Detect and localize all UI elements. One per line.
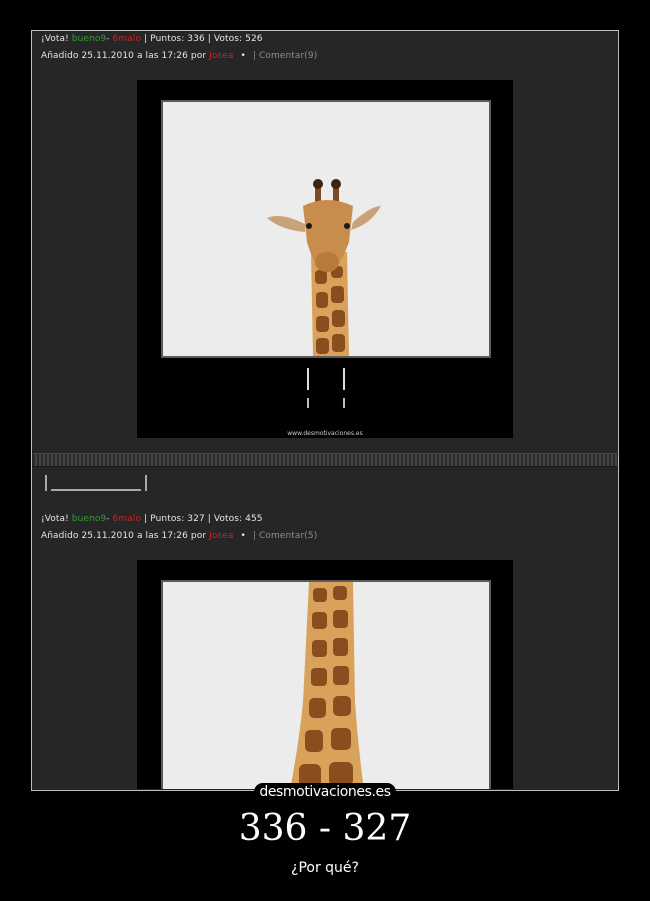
bullet: • [240,51,246,61]
forum-page: ¡Vota! bueno9- 6malo | Puntos: 336 | Vot… [33,32,617,789]
pole-left-lower [307,398,309,408]
giraffe-head-illustration [267,179,381,356]
bullet: • [240,531,246,541]
giraffe-neck-illustration [290,582,364,789]
caption-title: 336 - 327 [238,808,412,849]
author-link[interactable]: Josea [209,531,233,541]
comment-link[interactable]: | Comentar(9) [253,51,318,61]
pole-left [307,368,309,390]
pole-right-lower [343,398,345,408]
caption-subtitle: ¿Por qué? [291,860,359,876]
poster-watermark: www.desmotivaciones.es [287,430,363,437]
comment-link[interactable]: | Comentar(5) [253,531,318,541]
added-text: Añadido 25.11.2010 a las 17:26 por [41,531,207,541]
vote-label: ¡Vota! [41,34,69,44]
vote-label: ¡Vota! [41,514,69,524]
giraffe-head-photo [161,100,491,358]
vote-line-1: ¡Vota! bueno9- 6malo | Puntos: 336 | Vot… [41,34,263,44]
points-text: | Puntos: 336 | Votos: 526 [144,34,263,44]
vote-bad-link[interactable]: 6malo [113,514,142,524]
separator-bar [33,453,617,467]
screenshot-frame: ¡Vota! bueno9- 6malo | Puntos: 336 | Vot… [31,30,619,791]
poster-image-2[interactable] [137,560,513,789]
poster-image-1[interactable]: www.desmotivaciones.es [137,80,513,438]
giraffe-neck-photo [161,580,491,789]
vote-bad-link[interactable]: 6malo [113,34,142,44]
vote-line-2: ¡Vota! bueno9- 6malo | Puntos: 327 | Vot… [41,514,263,524]
site-brand-logo[interactable]: desmotivaciones.es [246,783,404,801]
pole-right [343,368,345,390]
points-text: | Puntos: 327 | Votos: 455 [144,514,263,524]
vote-good-link[interactable]: bueno9 [72,34,107,44]
added-line-1: Añadido 25.11.2010 a las 17:26 por Josea… [41,51,317,61]
vote-good-link[interactable]: bueno9 [72,514,107,524]
added-line-2: Añadido 25.11.2010 a las 17:26 por Josea… [41,531,317,541]
author-link[interactable]: Josea [209,51,233,61]
added-text: Añadido 25.11.2010 a las 17:26 por [41,51,207,61]
